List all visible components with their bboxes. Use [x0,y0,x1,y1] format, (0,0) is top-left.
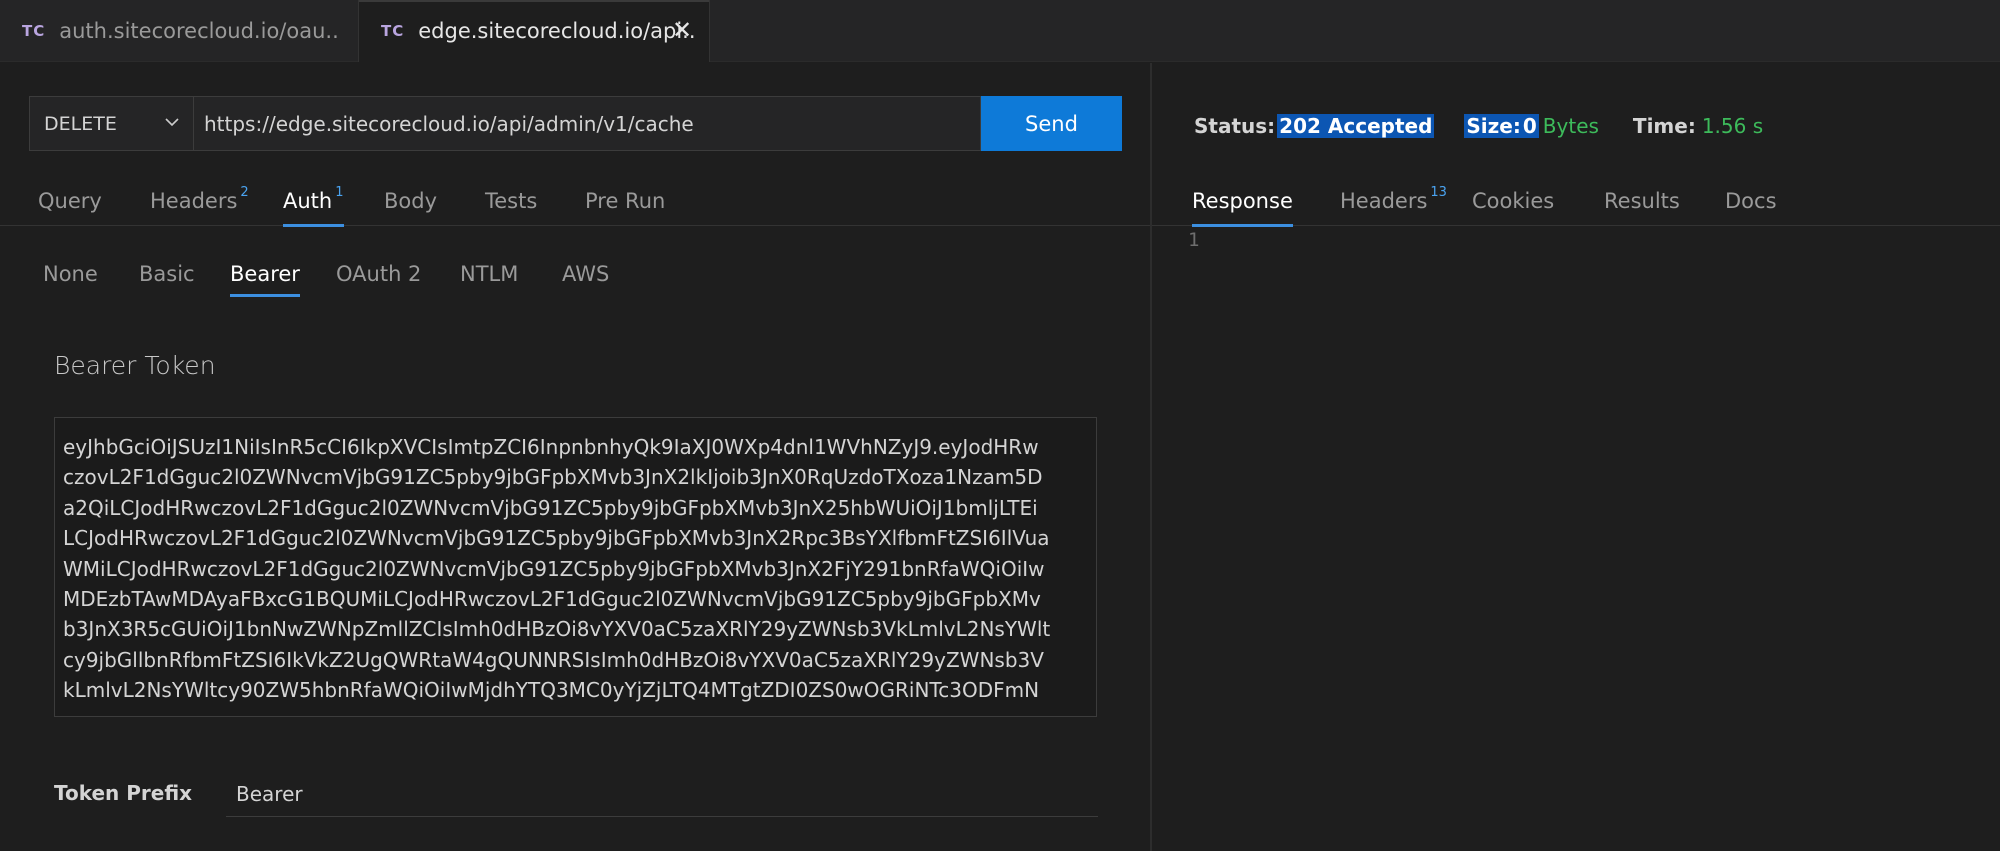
response-tabs: Response Headers 13 Cookies Results Docs [1152,175,2000,227]
tab-body[interactable]: Body [384,175,437,226]
close-icon[interactable]: ✕ [669,17,695,43]
tab-label: Cookies [1472,188,1555,213]
tab-label: Docs [1725,188,1777,213]
token-line: b3JnX3R5cGUiOiJ1bnNwZWNpZmllZCIsImh0dHBz… [63,617,1051,642]
token-prefix-value: Bearer [236,781,303,806]
tab-response[interactable]: Response [1192,175,1293,227]
tab-label: Body [384,188,438,213]
bearer-token-label: Bearer Token [54,351,216,380]
tab-docs[interactable]: Docs [1725,175,1777,226]
tab-results[interactable]: Results [1604,175,1680,226]
tab-cookies[interactable]: Cookies [1472,175,1554,226]
request-panel: DELETE https://edge.sitecorecloud.io/api… [0,63,1150,851]
tab-edge-request[interactable]: TC edge.sitecorecloud.io/api.. ✕ [358,0,710,62]
token-line: eyJhbGciOiJSUzI1NiIsInR5cCI6IkpXVCIsImtp… [63,435,1039,459]
tab-label: Query [38,188,102,213]
line-number: 1 [1188,229,1200,251]
tab-bar: TC auth.sitecorecloud.io/oau.. TC edge.s… [0,0,2000,62]
count-badge: 2 [240,185,249,200]
auth-tab-bearer[interactable]: Bearer [230,251,300,297]
time-value: 1.56 s [1701,114,1764,138]
bearer-token-textarea[interactable]: eyJhbGciOiJSUzI1NiIsInR5cCI6IkpXVCIsImtp… [54,417,1097,717]
tab-label: Pre Run [585,188,666,213]
tab-label: Tests [485,188,538,213]
tab-label: Auth [283,188,333,213]
auth-tab-ntlm[interactable]: NTLM [460,251,518,297]
auth-type-tabs: None Basic Bearer OAuth 2 NTLM AWS [0,251,1150,297]
tab-label: Headers [1340,188,1428,213]
token-line: kLmlvL2NsYWltcy90ZW5hbnRfaWQiOiIwMjdhYTQ… [63,678,1040,703]
tab-headers[interactable]: Headers 2 [150,175,249,226]
tab-tests[interactable]: Tests [485,175,537,226]
count-badge: 13 [1430,185,1447,200]
token-prefix-label: Token Prefix [54,781,193,805]
size-value: 0 [1520,114,1539,138]
tab-label: edge.sitecorecloud.io/api.. [418,19,696,43]
method-select[interactable]: DELETE [29,96,193,151]
tab-auth[interactable]: Auth 1 [283,175,344,227]
auth-tab-basic[interactable]: Basic [139,251,195,297]
token-line: cy9jbGllbnRfbmFtZSI6IkVkZ2UgQWRtaW4gQUNN… [63,647,1044,672]
time-label: Time: [1632,114,1696,138]
response-status-row: Status: 202 Accepted Size: 0 Bytes Time:… [1194,110,1763,142]
tab-label: Headers [150,188,238,213]
token-line: a2QiLCJodHRwczovL2F1dGguc2l0ZWNvcmVjbG91… [63,495,1038,520]
tab-response-headers[interactable]: Headers 13 [1340,175,1447,226]
count-badge: 1 [335,185,344,200]
size-unit: Bytes [1542,114,1599,138]
token-line: czovL2F1dGguc2l0ZWNvcmVjbG91ZC5pby9jbGFp… [63,465,1043,490]
token-line: MDEzbTAwMDAyaFBxcG1BQUMiLCJodHRwczovL2F1… [63,587,1041,612]
auth-tab-aws[interactable]: AWS [562,251,609,297]
url-value: https://edge.sitecorecloud.io/api/admin/… [204,111,694,136]
tab-query[interactable]: Query [38,175,102,226]
send-button[interactable]: Send [981,96,1122,151]
auth-tab-none[interactable]: None [43,251,98,297]
tab-label: Results [1604,188,1680,213]
tab-pre-run[interactable]: Pre Run [585,175,665,226]
status-label: Status: [1194,114,1276,138]
thunder-client-icon: TC [381,22,405,40]
request-tabs: Query Headers 2 Auth 1 Body Tests Pre Run [0,175,1150,227]
response-panel: Status: 202 Accepted Size: 0 Bytes Time:… [1152,63,2000,851]
token-prefix-input[interactable]: Bearer [226,771,1098,817]
chevron-down-icon [165,118,179,127]
tab-auth-request[interactable]: TC auth.sitecorecloud.io/oau.. [0,0,357,62]
tab-label: Response [1192,188,1293,213]
thunder-client-icon: TC [22,22,46,40]
size-label: Size: [1464,114,1523,138]
tab-label: auth.sitecorecloud.io/oau.. [59,19,339,43]
token-line: LCJodHRwczovL2F1dGguc2l0ZWNvcmVjbG91ZC5p… [63,526,1050,551]
status-value: 202 Accepted [1277,114,1435,138]
token-line: WMiLCJodHRwczovL2F1dGguc2l0ZWNvcmVjbG91Z… [63,556,1045,581]
url-input[interactable]: https://edge.sitecorecloud.io/api/admin/… [193,96,981,151]
auth-tab-oauth2[interactable]: OAuth 2 [336,251,421,297]
method-value: DELETE [44,112,117,135]
